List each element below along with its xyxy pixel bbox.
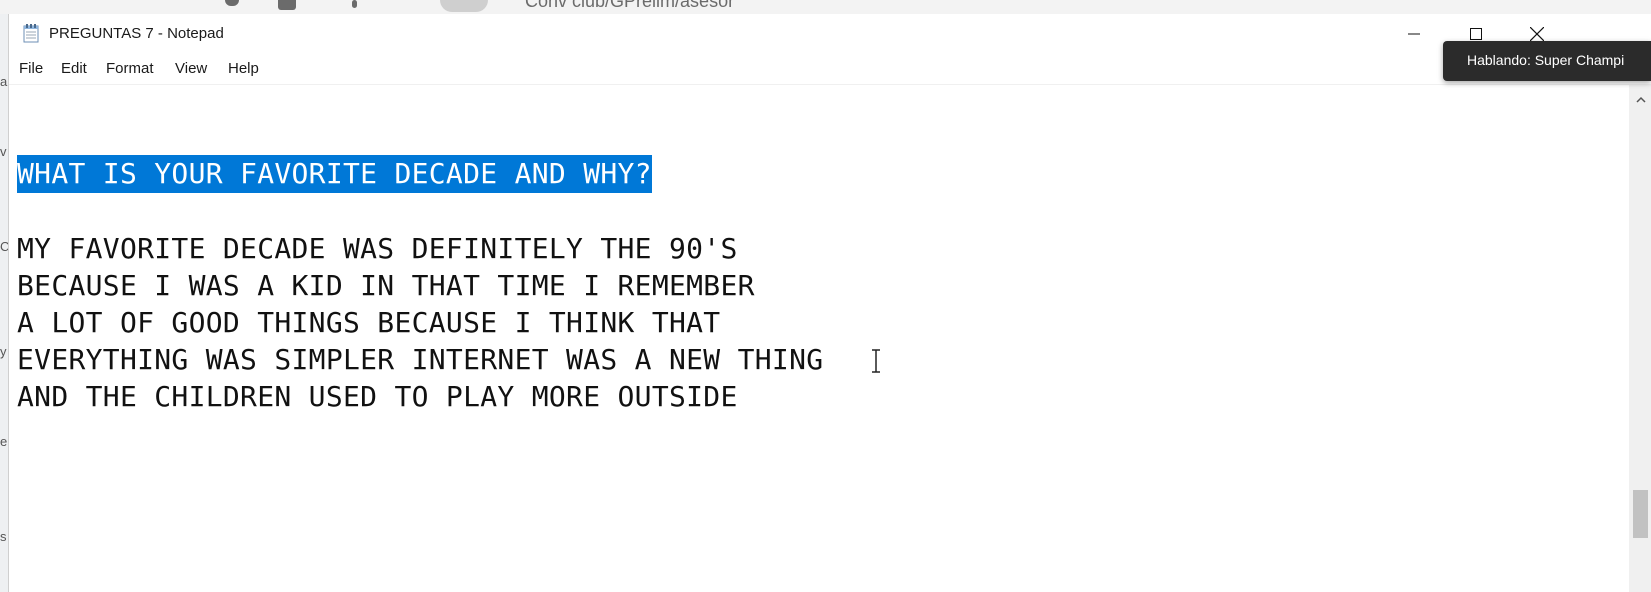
minimize-icon: [1408, 33, 1420, 35]
background-app-toolbar: Conv club/GPrelim/asesor: [0, 0, 1651, 14]
minimize-button[interactable]: [1383, 14, 1445, 54]
menu-help[interactable]: Help: [226, 60, 261, 77]
background-app-edge: a v C y e s: [0, 14, 8, 592]
notepad-window: PREGUNTAS 7 - Notepad File Edit Format V…: [8, 14, 1651, 592]
window-title: PREGUNTAS 7 - Notepad: [49, 25, 224, 42]
maximize-icon: [1470, 28, 1482, 40]
text-line[interactable]: AND THE CHILDREN USED TO PLAY MORE OUTSI…: [17, 378, 738, 416]
selected-text-line[interactable]: WHAT IS YOUR FAVORITE DECADE AND WHY?: [17, 155, 652, 193]
background-icon: [225, 0, 239, 6]
text-line[interactable]: BECAUSE I WAS A KID IN THAT TIME I REMEM…: [17, 267, 755, 305]
title-bar[interactable]: PREGUNTAS 7 - Notepad: [9, 14, 1651, 54]
text-line[interactable]: A LOT OF GOOD THINGS BECAUSE I THINK THA…: [17, 304, 720, 342]
background-app-text: Conv club/GPrelim/asesor: [525, 0, 735, 11]
background-icon: [278, 0, 296, 10]
scroll-up-button[interactable]: [1629, 89, 1651, 109]
background-menu-icon: [352, 0, 357, 8]
menu-bar: File Edit Format View Help: [9, 54, 1651, 84]
text-cursor-icon: [872, 349, 880, 373]
text-line[interactable]: EVERYTHING WAS SIMPLER INTERNET WAS A NE…: [17, 341, 823, 379]
vertical-scrollbar[interactable]: [1629, 85, 1651, 592]
background-avatar-icon: [440, 0, 488, 12]
text-editor[interactable]: WHAT IS YOUR FAVORITE DECADE AND WHY? MY…: [9, 85, 1629, 592]
menu-format[interactable]: Format: [104, 60, 156, 77]
tooltip-text: Hablando: Super Champi: [1467, 52, 1625, 68]
menu-view[interactable]: View: [173, 60, 209, 77]
notepad-icon: [23, 24, 39, 43]
menu-edit[interactable]: Edit: [59, 60, 89, 77]
menu-file[interactable]: File: [17, 60, 45, 77]
text-line[interactable]: MY FAVORITE DECADE WAS DEFINITELY THE 90…: [17, 230, 738, 268]
chevron-up-icon: [1635, 96, 1646, 103]
scrollbar-thumb[interactable]: [1633, 490, 1648, 538]
speaking-tooltip: Hablando: Super Champi: [1443, 41, 1651, 81]
close-icon: [1530, 27, 1544, 41]
